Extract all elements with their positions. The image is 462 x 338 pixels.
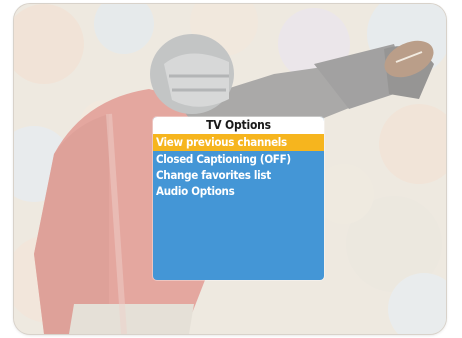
menu-item-audio-options[interactable]: Audio Options: [153, 183, 324, 199]
menu-item-closed-captioning[interactable]: Closed Captioning (OFF): [153, 151, 324, 167]
menu-list: View previous channels Closed Captioning…: [153, 134, 324, 199]
menu-title: TV Options: [153, 117, 324, 134]
tv-screen: TV Options View previous channels Closed…: [14, 4, 446, 334]
tv-options-menu: TV Options View previous channels Closed…: [153, 117, 324, 280]
menu-item-change-favorites[interactable]: Change favorites list: [153, 167, 324, 183]
menu-item-view-previous-channels[interactable]: View previous channels: [153, 134, 324, 151]
